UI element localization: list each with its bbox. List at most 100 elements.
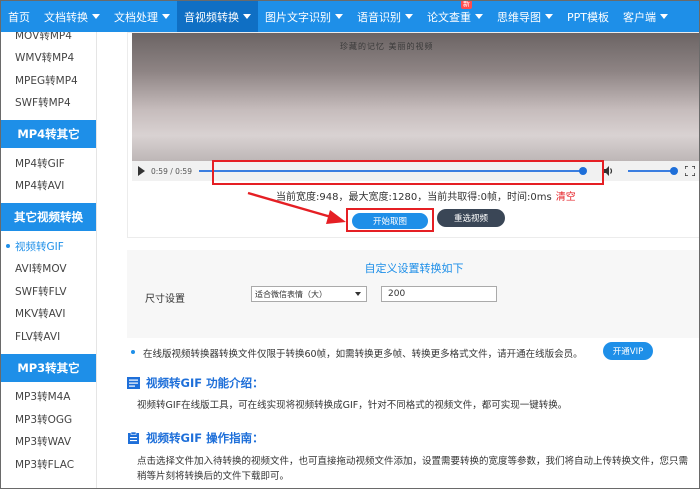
- sidebar-item[interactable]: MP4转GIF: [1, 152, 96, 175]
- sidebar-item[interactable]: SWF转FLV: [1, 280, 96, 303]
- clipboard-icon: [128, 432, 139, 444]
- sidebar-item[interactable]: MP3转FLAC: [1, 453, 96, 476]
- nav-item-label: 图片文字识别: [265, 10, 331, 24]
- sidebar-item[interactable]: MPEG转MP4: [1, 69, 96, 92]
- page-frame: 首页 文档转换 文档处理 音视频转换 图片文字识别 语音识别 论文查重新思维导图 PPT模板客…: [0, 0, 700, 489]
- notice-text: 在线版视频转换器转换文件仅限于转换60帧，如需转换更多帧、转换更多格式文件，请开…: [143, 349, 583, 360]
- sidebar-item[interactable]: WMV转MP4: [1, 47, 96, 70]
- chevron-down-icon: [405, 14, 413, 19]
- video-card: 珍藏的记忆 美丽的视频 0:59 / 0:59 当前宽度:948，最大宽度:12…: [127, 32, 699, 238]
- sidebar-item[interactable]: MP3转OGG: [1, 408, 96, 431]
- new-badge: 新: [461, 0, 472, 9]
- intro-title-text: 视频转GIF 功能介绍：: [146, 376, 264, 390]
- nav-item-label: 语音识别: [357, 10, 401, 24]
- nav-item-label: 文档处理: [114, 10, 158, 24]
- document-icon: [127, 377, 140, 389]
- play-icon[interactable]: [138, 166, 145, 176]
- chevron-down-icon: [335, 14, 343, 19]
- nav-item-4[interactable]: 图片文字识别: [258, 1, 350, 32]
- top-nav: 首页 文档转换 文档处理 音视频转换 图片文字识别 语音识别 论文查重新思维导图 PPT模板客…: [1, 1, 699, 32]
- guide-title-text: 视频转GIF 操作指南：: [146, 431, 264, 445]
- sidebar-item[interactable]: MKV转AVI: [1, 303, 96, 326]
- nav-item-5[interactable]: 语音识别: [350, 1, 420, 32]
- open-vip-button[interactable]: 开通VIP: [603, 342, 653, 360]
- sidebar-item[interactable]: MP4转AVI: [1, 175, 96, 198]
- intro-text: 视频转GIF在线版工具，可在线实现将视频转换成GIF，针对不同格式的视频文件，都…: [137, 400, 568, 411]
- chevron-down-icon: [545, 14, 553, 19]
- sidebar-head-other-video[interactable]: 其它视频转换: [1, 203, 96, 231]
- sidebar-item[interactable]: SWF转MP4: [1, 92, 96, 115]
- chevron-down-icon: [355, 292, 361, 296]
- sidebar-item-label: WMV转MP4: [15, 52, 75, 65]
- sidebar-item-label: MP3转M4A: [15, 391, 71, 404]
- chevron-down-icon: [475, 14, 483, 19]
- nav-item-2[interactable]: 文档处理: [107, 1, 177, 32]
- fullscreen-icon[interactable]: [685, 166, 695, 176]
- red-arrow-icon: [247, 191, 346, 224]
- size-input[interactable]: 200: [381, 286, 497, 302]
- sidebar-item-label: MP4转AVI: [15, 180, 65, 193]
- settings-panel: 自定义设置转换如下 尺寸设置 适合微信表情（大） 200: [127, 250, 699, 342]
- nav-item-label: 论文查重: [427, 10, 471, 24]
- sidebar: MOV转MP4 WMV转MP4 MPEG转MP4 SWF转MP4 MP4转其它 MP4…: [1, 32, 97, 488]
- sidebar-item-label: MP3转FLAC: [15, 458, 75, 471]
- sidebar-item[interactable]: MOV转MP4: [1, 32, 96, 47]
- size-select-value: 适合微信表情（大）: [255, 289, 327, 299]
- sidebar-item[interactable]: MP3转M4A: [1, 386, 96, 409]
- nav-item-1[interactable]: 文档转换: [37, 1, 107, 32]
- sidebar-head-mp4-to-other[interactable]: MP4转其它: [1, 120, 96, 148]
- guide-title: 视频转GIF 操作指南：: [127, 430, 264, 446]
- size-label: 尺寸设置: [145, 294, 185, 305]
- intro-title: 视频转GIF 功能介绍：: [127, 375, 264, 391]
- nav-item-0[interactable]: 首页: [1, 1, 37, 32]
- nav-item-label: 客户端: [623, 10, 656, 24]
- size-select[interactable]: 适合微信表情（大）: [251, 286, 367, 302]
- sidebar-item[interactable]: MP3转WAV: [1, 431, 96, 454]
- video-caption: 珍藏的记忆 美丽的视频: [340, 42, 434, 51]
- guide-text: 点击选择文件加入待转换的视频文件，也可直接拖动视频文件添加，设置需要转换的宽度等…: [137, 456, 689, 482]
- sidebar-item-label: MKV转AVI: [15, 308, 66, 321]
- reselect-video-button[interactable]: 重选视频: [437, 209, 505, 227]
- nav-item-9[interactable]: 客户端: [616, 1, 675, 32]
- nav-item-8[interactable]: PPT模板: [560, 1, 616, 32]
- nav-item-label: 音视频转换: [184, 10, 239, 24]
- nav-item-3[interactable]: 音视频转换: [177, 1, 258, 32]
- chevron-down-icon: [92, 14, 100, 19]
- sidebar-item-label: MOV转MP4: [15, 32, 72, 42]
- sidebar-item-label: MP4转GIF: [15, 157, 65, 170]
- sidebar-head-mp3-to-other[interactable]: MP3转其它: [1, 353, 96, 382]
- volume-handle[interactable]: [670, 167, 678, 175]
- video-time: 0:59 / 0:59: [151, 166, 192, 176]
- seek-highlight-box: [212, 160, 604, 185]
- sidebar-item-label: MP3转OGG: [15, 413, 73, 426]
- nav-item-7[interactable]: 思维导图: [490, 1, 560, 32]
- sidebar-item[interactable]: AVI转MOV: [1, 258, 96, 281]
- bullet-icon: [131, 350, 135, 354]
- sidebar-item-label: SWF转MP4: [15, 97, 71, 110]
- sidebar-item-label: MP3转WAV: [15, 436, 72, 449]
- sidebar-item-label: AVI转MOV: [15, 263, 67, 276]
- nav-item-6[interactable]: 论文查重新: [420, 1, 490, 32]
- video-player[interactable]: 珍藏的记忆 美丽的视频: [132, 33, 699, 161]
- clear-link[interactable]: 清空: [556, 192, 576, 203]
- nav-item-label: 思维导图: [497, 10, 541, 24]
- sidebar-item-label: 视频转GIF: [15, 240, 64, 253]
- sidebar-item[interactable]: 视频转GIF: [1, 235, 96, 258]
- sidebar-item-label: SWF转FLV: [15, 285, 67, 298]
- nav-item-label: PPT模板: [567, 10, 609, 24]
- main-content: 珍藏的记忆 美丽的视频 0:59 / 0:59 当前宽度:948，最大宽度:12…: [111, 32, 699, 488]
- nav-item-label: 首页: [8, 10, 30, 24]
- start-capture-highlight-box: 开始取图: [346, 208, 434, 232]
- chevron-down-icon: [162, 14, 170, 19]
- start-capture-button[interactable]: 开始取图: [352, 213, 428, 229]
- sidebar-item-label: MPEG转MP4: [15, 74, 78, 87]
- bullet-icon: [6, 244, 10, 249]
- volume-slider[interactable]: [628, 167, 678, 175]
- settings-title: 自定义设置转换如下: [364, 262, 464, 275]
- chevron-down-icon: [660, 14, 668, 19]
- sidebar-item-label: FLV转AVI: [15, 330, 61, 343]
- notice-bar: 在线版视频转换器转换文件仅限于转换60帧，如需转换更多帧、转换更多格式文件，请开…: [127, 338, 699, 366]
- sidebar-item[interactable]: FLV转AVI: [1, 325, 96, 348]
- nav-item-label: 文档转换: [44, 10, 88, 24]
- chevron-down-icon: [243, 14, 251, 19]
